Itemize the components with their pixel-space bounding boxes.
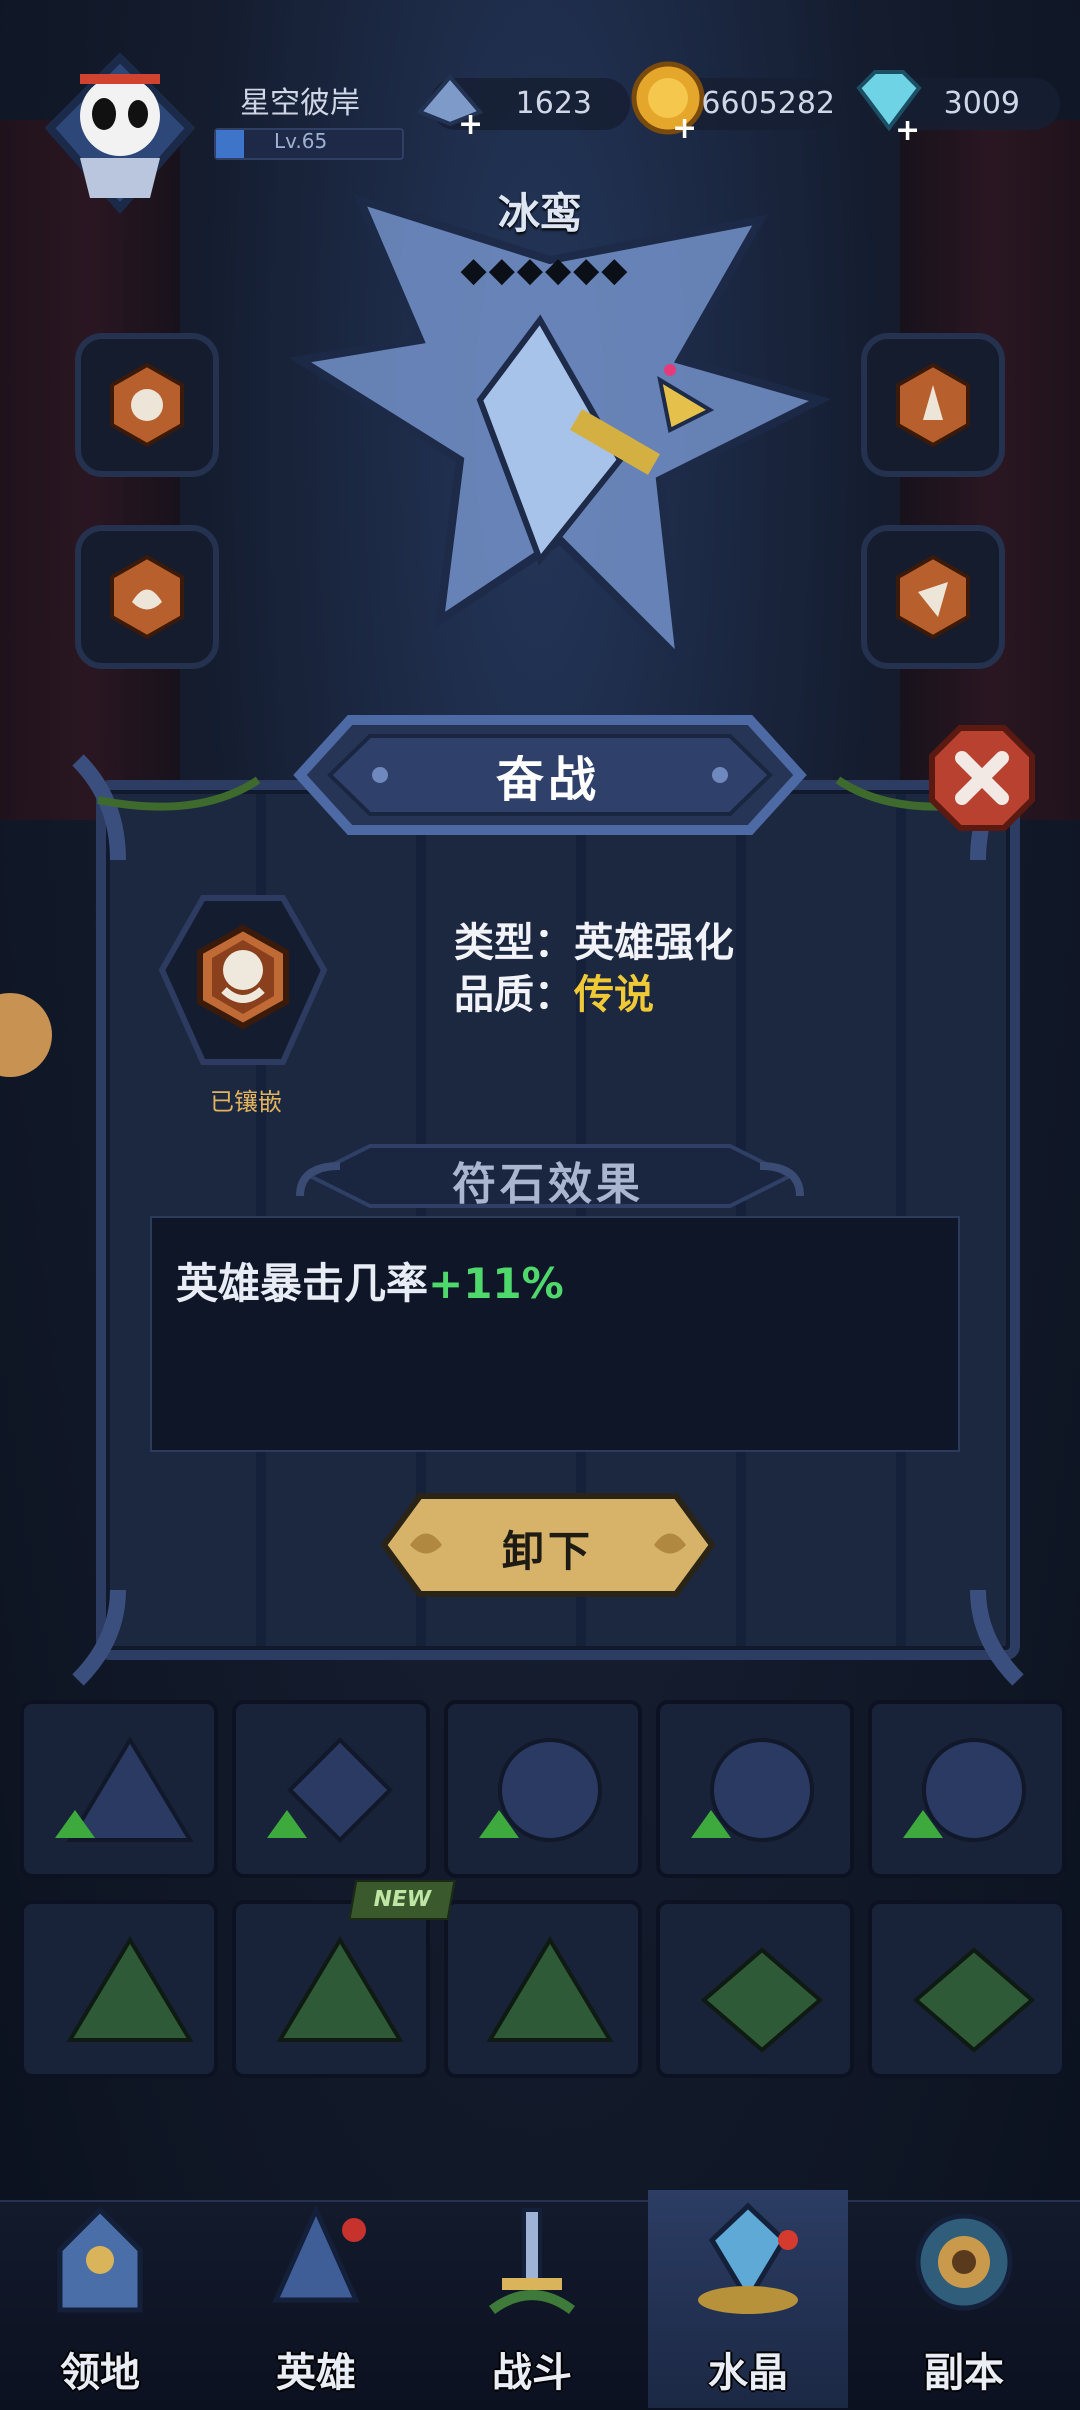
rune-slot-right-1[interactable] — [858, 330, 1008, 480]
rune-detail-modal: 奋战 已镶嵌 类型：英雄强化 品质：传说 符石效果 英雄暴击几率+11% 卸下 — [58, 700, 1038, 1700]
svg-text:+: + — [458, 107, 483, 142]
gold-coin-icon[interactable]: + — [628, 58, 708, 142]
nav-item-crystal[interactable]: 水晶 — [648, 2190, 848, 2408]
territory-castle-icon — [57, 2206, 143, 2313]
battle-sword-icon — [489, 2208, 575, 2315]
rune-icon — [158, 895, 328, 1065]
nav-label: 英雄 — [276, 2350, 356, 2396]
stamina-icon[interactable]: + — [410, 62, 490, 142]
player-name: 星空彼岸 — [240, 86, 360, 121]
nav-item-dungeon[interactable]: 副本 — [864, 2190, 1064, 2408]
nav-label: 战斗 — [492, 2350, 572, 2396]
nav-label: 水晶 — [708, 2350, 788, 2396]
unload-button-label[interactable]: 卸下 — [380, 1518, 716, 1579]
rune-type-text: 类型：英雄强化 — [454, 920, 734, 966]
rune-slot-right-2[interactable] — [858, 522, 1008, 672]
rune-quality-value: 传说 — [574, 972, 654, 1018]
rune-quality-row: 品质：传说 — [454, 962, 654, 1020]
nav-item-heroes[interactable]: 英雄 — [216, 2190, 416, 2408]
nav-item-territory[interactable]: 领地 — [0, 2190, 200, 2408]
effect-text: 英雄暴击几率 — [176, 1259, 429, 1308]
svg-text:+: + — [672, 111, 697, 142]
nav-item-battle[interactable]: 战斗 — [432, 2190, 632, 2408]
player-avatar[interactable] — [40, 48, 200, 218]
effect-bonus: +11% — [428, 1259, 564, 1308]
inlaid-status-label: 已镶嵌 — [210, 1088, 282, 1116]
rune-slot-left-1[interactable] — [72, 330, 222, 480]
effect-title: 符石效果 — [452, 1159, 644, 1210]
gold-value: 6605282 — [701, 86, 835, 121]
rune-grid-row-1-icons — [55, 1736, 1026, 1843]
hero-star-rating: ◆◆◆◆◆◆ — [460, 250, 630, 290]
hero-name: 冰鸾 — [497, 189, 582, 238]
rune-slot-left-2[interactable] — [72, 522, 222, 672]
gems-value: 3009 — [943, 86, 1020, 121]
crystal-icon — [698, 2202, 798, 2314]
close-icon[interactable] — [926, 722, 1038, 834]
heroes-wizard-hat-icon — [272, 2203, 366, 2303]
dungeon-portal-icon — [915, 2213, 1013, 2311]
nav-label: 领地 — [60, 2350, 140, 2396]
side-orb-icon[interactable] — [0, 980, 60, 1090]
modal-title: 奋战 — [495, 752, 600, 808]
svg-text:+: + — [895, 113, 920, 142]
gem-diamond-icon[interactable]: + — [845, 62, 929, 142]
rune-grid-row-2-icons — [66, 1936, 1036, 2053]
nav-label: 副本 — [924, 2350, 1004, 2396]
rune-quality-label: 品质： — [454, 972, 574, 1018]
effect-line: 英雄暴击几率+11% — [176, 1250, 564, 1311]
stamina-value: 1623 — [515, 86, 592, 121]
new-badge: NEW — [348, 1880, 456, 1920]
